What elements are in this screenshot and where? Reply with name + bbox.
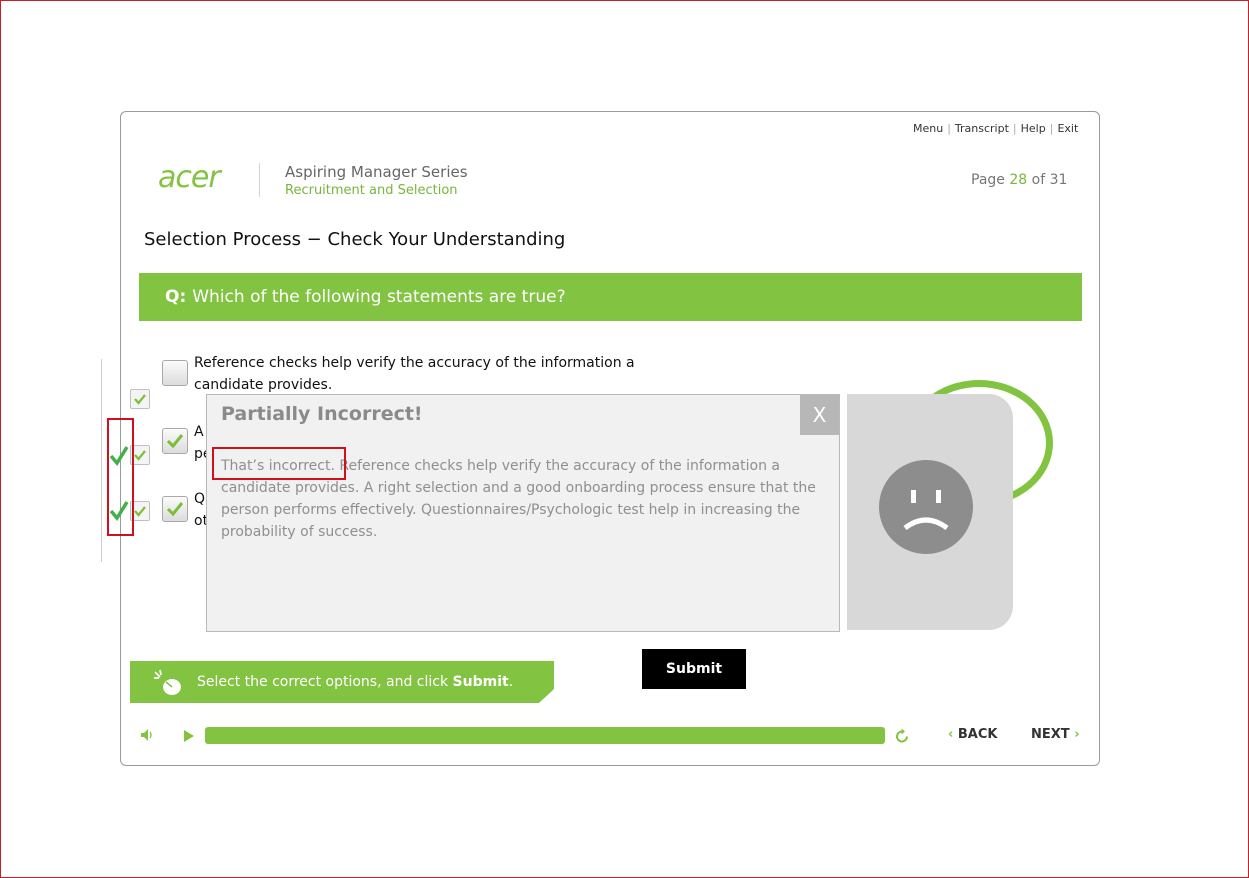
instruction-before: Select the correct options, and click	[197, 674, 453, 690]
highlight-box	[107, 418, 134, 536]
instruction-text: Select the correct options, and click Su…	[197, 674, 513, 690]
submit-button[interactable]: Submit	[642, 649, 746, 689]
header-divider	[259, 163, 260, 197]
check-icon	[134, 450, 146, 461]
highlight-box	[212, 447, 346, 480]
next-button[interactable]: NEXT ›	[1031, 727, 1080, 742]
check-icon	[134, 394, 146, 405]
page-label: Page	[971, 172, 1005, 188]
instruction-bold: Submit	[452, 674, 509, 690]
chevron-left-icon: ‹	[948, 727, 954, 742]
acer-logo: acer	[158, 160, 221, 195]
close-button[interactable]: X	[800, 395, 839, 435]
nav-separator: |	[1012, 122, 1017, 135]
feedback-title: Partially Incorrect!	[221, 403, 423, 425]
instruction-banner: Select the correct options, and click Su…	[130, 661, 554, 703]
question-text: Q: Which of the following statements are …	[165, 287, 566, 307]
instruction-after: .	[508, 674, 514, 690]
nav-separator: |	[947, 122, 951, 135]
next-label: NEXT	[1031, 727, 1070, 742]
mouse-click-icon	[154, 669, 181, 695]
progress-bar[interactable]	[205, 727, 885, 744]
volume-icon[interactable]	[139, 727, 155, 743]
chevron-right-icon: ›	[1074, 727, 1080, 742]
feedback-dialog: Partially Incorrect! X That’s incorrect.…	[206, 394, 840, 632]
menu-link[interactable]: Menu	[913, 122, 943, 135]
exit-link[interactable]: Exit	[1057, 122, 1078, 135]
question-body: Which of the following statements are tr…	[192, 287, 566, 307]
sad-face-icon	[879, 460, 973, 554]
page-total: 31	[1049, 172, 1068, 188]
page-title: Selection Process − Check Your Understan…	[144, 229, 566, 250]
option-checkbox-3[interactable]	[162, 496, 188, 522]
top-navigation: Menu | Transcript | Help | Exit	[913, 122, 1078, 135]
check-icon	[166, 434, 184, 449]
option-text-1: Reference checks help verify the accurac…	[194, 355, 635, 393]
module-title: Recruitment and Selection	[285, 183, 458, 198]
check-icon	[166, 502, 184, 517]
option-checkbox-1[interactable]	[162, 360, 188, 386]
series-title: Aspiring Manager Series	[285, 163, 468, 181]
page-of: of	[1031, 172, 1046, 188]
mini-checkbox	[130, 389, 150, 409]
check-icon	[134, 506, 146, 517]
back-label: BACK	[957, 727, 998, 742]
question-bar: Q: Which of the following statements are …	[139, 273, 1082, 321]
transcript-link[interactable]: Transcript	[955, 122, 1009, 135]
play-icon[interactable]	[181, 729, 195, 743]
help-link[interactable]: Help	[1021, 122, 1046, 135]
side-divider	[101, 359, 102, 562]
page-counter: Page 28 of 31	[971, 172, 1067, 188]
back-button[interactable]: ‹ BACK	[948, 727, 997, 742]
option-checkbox-2[interactable]	[162, 428, 188, 454]
replay-icon[interactable]	[894, 728, 911, 745]
nav-separator: |	[1049, 122, 1054, 135]
page-current: 28	[1009, 172, 1028, 188]
question-prefix: Q:	[165, 287, 187, 307]
banner-fold	[539, 689, 554, 703]
sad-face-features-icon	[903, 490, 949, 531]
